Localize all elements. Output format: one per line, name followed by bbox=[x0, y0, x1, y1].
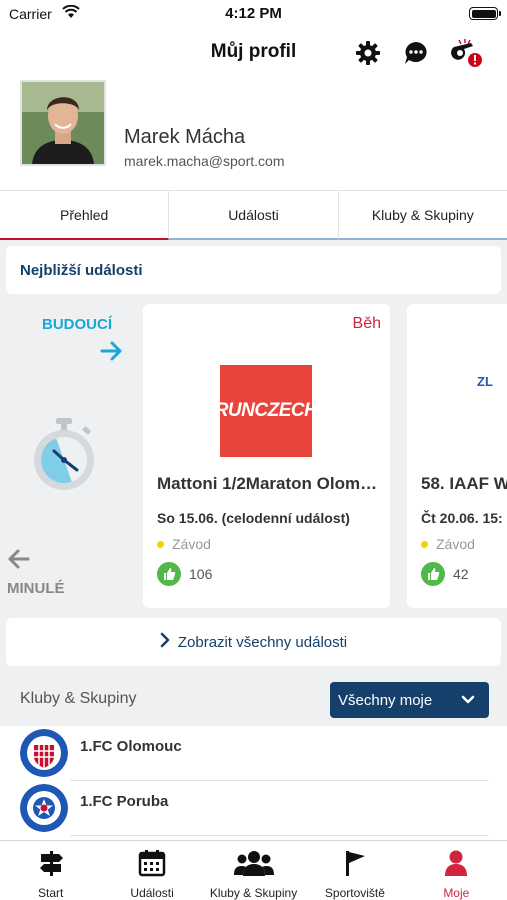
chevron-right-icon bbox=[160, 632, 170, 653]
clubs-header: Kluby & Skupiny Všechny moje bbox=[0, 672, 507, 726]
participants: 42 bbox=[421, 562, 469, 586]
show-all-events-button[interactable]: Zobrazit všechny události bbox=[6, 618, 501, 666]
tab-events[interactable]: Události bbox=[169, 191, 339, 240]
clubs-title: Kluby & Skupiny bbox=[20, 690, 137, 707]
tab-bar-label: Start bbox=[38, 886, 64, 900]
section-title: Nejbližší události bbox=[20, 262, 143, 279]
list-item[interactable]: 1.FC Olomouc bbox=[0, 726, 507, 780]
chat-icon[interactable] bbox=[401, 38, 431, 68]
club-name: 1.FC Poruba bbox=[80, 793, 169, 810]
list-item[interactable]: 1.FC Poruba bbox=[0, 781, 507, 835]
clock: 4:12 PM bbox=[225, 5, 282, 22]
tab-bar-events[interactable]: Události bbox=[101, 841, 202, 900]
club-crest-icon bbox=[20, 729, 68, 777]
event-type: Závod bbox=[421, 536, 475, 552]
profile-name: Marek Mácha bbox=[124, 126, 246, 148]
whistle-alert-icon[interactable] bbox=[450, 38, 484, 68]
overview-content[interactable]: Nejbližší události BUDOUCÍ MINULÉ Běh RU… bbox=[0, 240, 507, 840]
tab-bar-label: Moje bbox=[443, 886, 470, 900]
event-logo: ZL bbox=[477, 374, 493, 389]
gear-icon[interactable] bbox=[353, 38, 383, 68]
arrow-left-icon[interactable] bbox=[6, 548, 30, 575]
tab-bar-venues[interactable]: Sportoviště bbox=[304, 841, 405, 900]
participants: 106 bbox=[157, 562, 212, 586]
past-label: MINULÉ bbox=[7, 580, 65, 597]
clubs-filter-value: Všechny moje bbox=[338, 691, 433, 709]
profile-email: marek.macha@sport.com bbox=[124, 153, 285, 169]
group-icon bbox=[233, 849, 274, 882]
stopwatch-icon bbox=[32, 416, 96, 497]
sport-tag: Běh bbox=[352, 315, 381, 332]
event-card[interactable]: ZL 58. IAAF World Čt 20.06. 15: Závod 42 bbox=[407, 304, 507, 608]
tab-clubs-groups[interactable]: Kluby & Skupiny bbox=[338, 191, 507, 240]
signpost-icon bbox=[37, 849, 65, 882]
club-list: 1.FC Olomouc 1.FC Poruba bbox=[0, 726, 507, 840]
status-bar: Carrier 4:12 PM bbox=[0, 0, 507, 28]
arrow-right-icon[interactable] bbox=[100, 340, 124, 367]
event-date: Čt 20.06. 15: bbox=[421, 510, 503, 526]
nav-bar: Můj profil bbox=[0, 28, 507, 76]
tab-label: Přehled bbox=[60, 206, 109, 223]
tab-label: Kluby & Skupiny bbox=[371, 206, 474, 223]
future-label: BUDOUCÍ bbox=[42, 316, 112, 333]
event-date: So 15.06. (celodenní událost) bbox=[157, 510, 350, 526]
participant-count: 106 bbox=[189, 566, 213, 582]
club-crest-icon bbox=[20, 784, 68, 832]
tab-label: Události bbox=[228, 206, 279, 223]
tab-bar-start[interactable]: Start bbox=[0, 841, 101, 900]
tab-bar-label: Kluby & Skupiny bbox=[209, 886, 298, 900]
person-icon bbox=[442, 849, 470, 882]
thumbs-up-icon bbox=[157, 562, 181, 586]
tab-bar-mine[interactable]: Moje bbox=[406, 841, 507, 900]
thumbs-up-icon bbox=[421, 562, 445, 586]
status-dot bbox=[157, 540, 164, 548]
event-name: Mattoni 1/2Maraton Olomouc bbox=[157, 474, 382, 493]
club-name: 1.FC Olomouc bbox=[80, 738, 182, 755]
tab-bar-clubs-groups[interactable]: Kluby & Skupiny bbox=[203, 841, 304, 900]
calendar-icon bbox=[138, 849, 166, 882]
tab-bar-label: Události bbox=[130, 886, 174, 900]
upcoming-events-header: Nejbližší události bbox=[6, 246, 501, 294]
profile-header: Marek Mácha marek.macha@sport.com bbox=[0, 76, 507, 190]
avatar[interactable] bbox=[20, 80, 106, 166]
battery-icon bbox=[469, 7, 501, 20]
divider bbox=[70, 835, 489, 836]
event-type-label: Závod bbox=[436, 536, 475, 552]
participant-count: 42 bbox=[453, 566, 469, 582]
event-name: 58. IAAF World bbox=[421, 474, 507, 493]
show-all-label: Zobrazit všechny události bbox=[177, 633, 348, 651]
event-logo: RUNCZECH bbox=[215, 365, 318, 457]
chevron-down-icon bbox=[461, 692, 475, 709]
profile-tabs: Přehled Události Kluby & Skupiny bbox=[0, 190, 507, 240]
tab-overview[interactable]: Přehled bbox=[0, 191, 170, 240]
event-card[interactable]: Běh RUNCZECH Mattoni 1/2Maraton Olomouc … bbox=[143, 304, 390, 608]
tab-bar-label: Sportoviště bbox=[324, 886, 385, 900]
event-type-label: Závod bbox=[172, 536, 211, 552]
clubs-filter-dropdown[interactable]: Všechny moje bbox=[330, 682, 489, 718]
flag-icon bbox=[341, 849, 369, 882]
event-type: Závod bbox=[157, 536, 211, 552]
bottom-tab-bar: Start Události Kluby & Skupiny Sportoviš… bbox=[0, 840, 507, 900]
status-dot bbox=[421, 540, 428, 548]
